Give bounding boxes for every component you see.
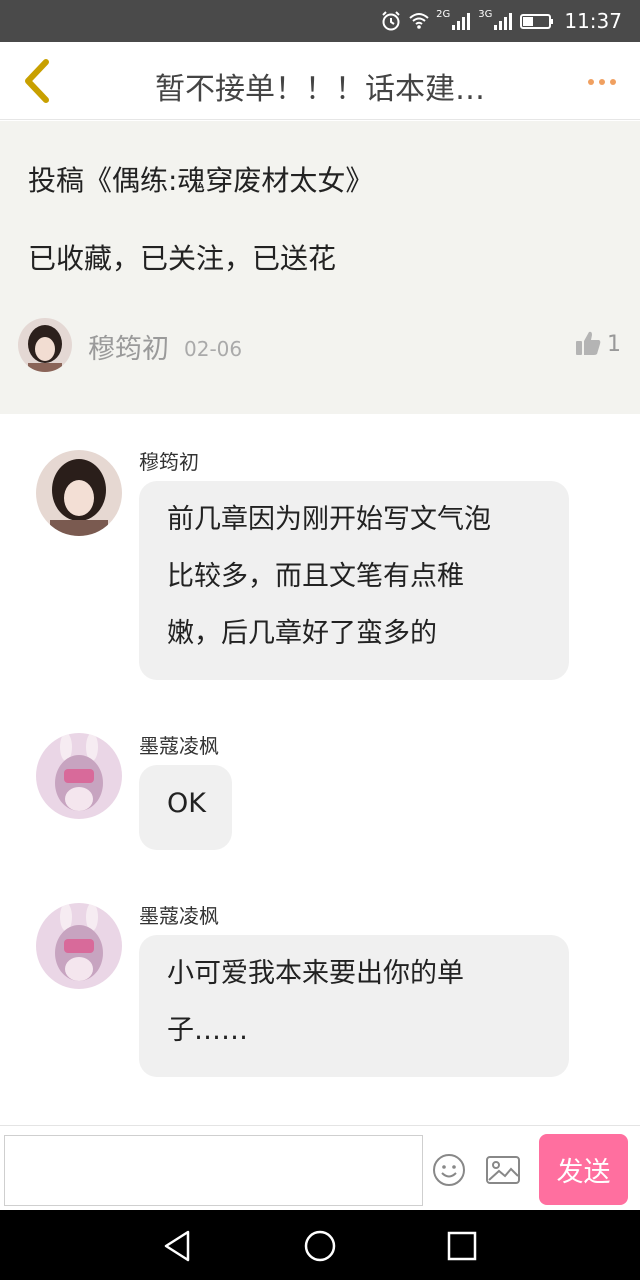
message-text-line: 前几章因为刚开始写文气泡 xyxy=(167,504,491,535)
message-bubble: 前几章因为刚开始写文气泡 比较多，而且文笔有点稚 嫩，后几章好了蛮多的 xyxy=(139,481,569,680)
thumbs-up-icon[interactable] xyxy=(574,329,602,357)
input-bar: 发送 xyxy=(0,1125,640,1210)
battery-icon xyxy=(520,14,554,29)
message-bubble: 小可爱我本来要出你的单 子…… xyxy=(139,935,569,1077)
signal-icon xyxy=(452,13,471,30)
alarm-icon xyxy=(382,11,400,31)
avatar-image xyxy=(36,733,122,819)
message-input[interactable] xyxy=(4,1135,423,1206)
send-button[interactable]: 发送 xyxy=(539,1134,628,1205)
message-text-line: 子…… xyxy=(167,1015,248,1046)
message-text-line: OK xyxy=(167,788,206,819)
more-button[interactable] xyxy=(582,68,622,96)
avatar-image xyxy=(36,450,122,536)
post-card: 投稿《偶练:魂穿废材太女》 已收藏，已关注，已送花 穆筠初 02-06 1 xyxy=(0,121,640,414)
post-date: 02-06 xyxy=(184,337,243,361)
like-count: 1 xyxy=(607,332,621,357)
more-dot xyxy=(610,79,616,85)
message-author-name: 墨蔻凌枫 xyxy=(139,734,219,758)
more-dot xyxy=(599,79,605,85)
post-author-name[interactable]: 穆筠初 xyxy=(88,327,169,366)
message-author-name: 穆筠初 xyxy=(139,450,199,474)
home-circle-icon[interactable] xyxy=(302,1228,338,1264)
more-dots-icon xyxy=(588,79,594,85)
post-text-line-2: 已收藏，已关注，已送花 xyxy=(28,242,337,275)
wifi-icon xyxy=(409,13,429,29)
status-bar: 2G 3G 11:37 xyxy=(0,0,640,42)
avatar[interactable] xyxy=(36,903,122,989)
message-bubble: OK xyxy=(139,765,232,850)
message-text-line: 比较多，而且文笔有点稚 xyxy=(167,561,464,592)
avatar[interactable] xyxy=(36,450,122,536)
message-text-line: 嫩，后几章好了蛮多的 xyxy=(167,618,437,649)
network-3g-label: 3G xyxy=(478,9,493,20)
network-2g-label: 2G xyxy=(436,9,451,20)
avatar-image xyxy=(36,903,122,989)
avatar[interactable] xyxy=(18,318,72,372)
message-text-line: 小可爱我本来要出你的单 xyxy=(167,958,464,989)
emoji-icon[interactable] xyxy=(431,1152,467,1188)
post-text-line-1: 投稿《偶练:魂穿废材太女》 xyxy=(28,164,374,197)
page-title: 暂不接单！！！话本建… xyxy=(155,72,485,107)
chevron-left-icon xyxy=(25,59,49,103)
back-triangle-icon[interactable] xyxy=(160,1228,196,1264)
recents-square-icon[interactable] xyxy=(444,1228,480,1264)
image-icon[interactable] xyxy=(485,1154,521,1186)
back-button[interactable] xyxy=(12,56,60,106)
avatar[interactable] xyxy=(36,733,122,819)
system-nav-bar xyxy=(0,1210,640,1280)
clock-time: 11:37 xyxy=(564,9,622,33)
message-author-name: 墨蔻凌枫 xyxy=(139,904,219,928)
avatar-image xyxy=(18,318,72,372)
nav-bar: 暂不接单！！！话本建… xyxy=(0,42,640,120)
signal-icon-2 xyxy=(494,13,513,30)
